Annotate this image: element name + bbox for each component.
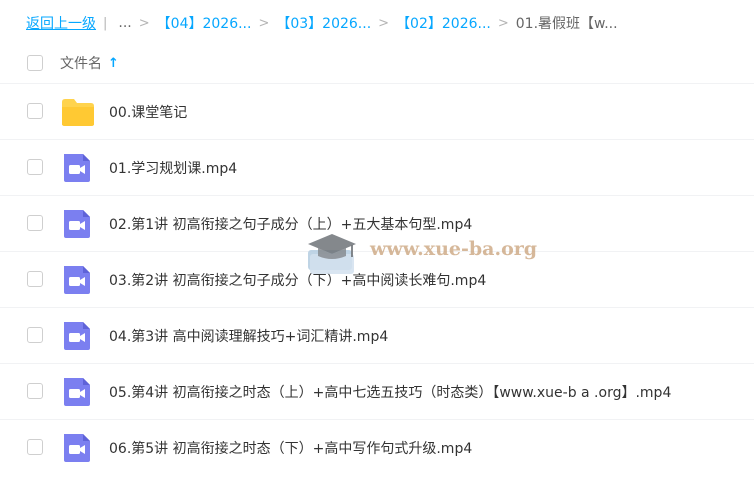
file-row[interactable]: 00.课堂笔记 [0,83,754,139]
file-name[interactable]: 01.学习规划课.mp4 [109,158,237,178]
breadcrumb-separator: > [378,15,390,31]
file-row[interactable]: 01.学习规划课.mp4 [0,139,754,195]
row-checkbox[interactable] [27,327,43,343]
folder-icon [61,97,94,127]
file-name[interactable]: 06.第5讲 初高衔接之时态（下）+高中写作句式升级.mp4 [109,438,472,458]
file-row[interactable]: 05.第4讲 初高衔接之时态（上）+高中七选五技巧（时态类）【www.xue-b… [0,363,754,419]
row-checkbox[interactable] [27,159,43,175]
breadcrumb-ellipsis[interactable]: ... [118,15,131,31]
video-file-icon [61,321,93,351]
file-name[interactable]: 04.第3讲 高中阅读理解技巧+词汇精讲.mp4 [109,326,388,346]
file-browser: 返回上一级 | ... > 【04】2026... > 【03】2026... … [0,0,754,477]
list-header: 文件名 ↑ [0,44,754,82]
file-name[interactable]: 02.第1讲 初高衔接之句子成分（上）+五大基本句型.mp4 [109,214,472,234]
video-file-icon [61,377,93,407]
row-checkbox[interactable] [27,103,43,119]
breadcrumb-separator: > [497,15,509,31]
row-checkbox[interactable] [27,439,43,455]
video-file-icon [61,153,93,183]
file-name[interactable]: 00.课堂笔记 [109,102,187,122]
file-name[interactable]: 05.第4讲 初高衔接之时态（上）+高中七选五技巧（时态类）【www.xue-b… [109,382,671,402]
arrow-up-icon: ↑ [108,55,119,71]
select-all-checkbox[interactable] [27,55,43,71]
breadcrumb-current: 01.暑假班【w... [515,16,618,32]
row-checkbox[interactable] [27,383,43,399]
breadcrumb-item[interactable]: 【04】2026... [157,13,252,33]
row-checkbox[interactable] [27,271,43,287]
sort-by-name-button[interactable]: 文件名 ↑ [60,53,119,73]
breadcrumb-divider: | [103,15,108,31]
row-checkbox[interactable] [27,215,43,231]
back-link[interactable]: 返回上一级 [26,13,96,33]
file-row[interactable]: 04.第3讲 高中阅读理解技巧+词汇精讲.mp4 [0,307,754,363]
breadcrumb-item[interactable]: 【02】2026... [396,13,491,33]
file-row[interactable]: 02.第1讲 初高衔接之句子成分（上）+五大基本句型.mp4 [0,195,754,251]
video-file-icon [61,209,93,239]
breadcrumb-separator: > [258,15,270,31]
breadcrumb: 返回上一级 | ... > 【04】2026... > 【03】2026... … [26,12,618,34]
file-name[interactable]: 03.第2讲 初高衔接之句子成分（下）+高中阅读长难句.mp4 [109,270,486,290]
video-file-icon [61,433,93,463]
column-name-label: 文件名 [60,56,102,72]
video-file-icon [61,265,93,295]
breadcrumb-item[interactable]: 【03】2026... [276,13,371,33]
file-row[interactable]: 03.第2讲 初高衔接之句子成分（下）+高中阅读长难句.mp4 [0,251,754,307]
breadcrumb-separator: > [138,15,150,31]
file-row[interactable]: 06.第5讲 初高衔接之时态（下）+高中写作句式升级.mp4 [0,419,754,475]
